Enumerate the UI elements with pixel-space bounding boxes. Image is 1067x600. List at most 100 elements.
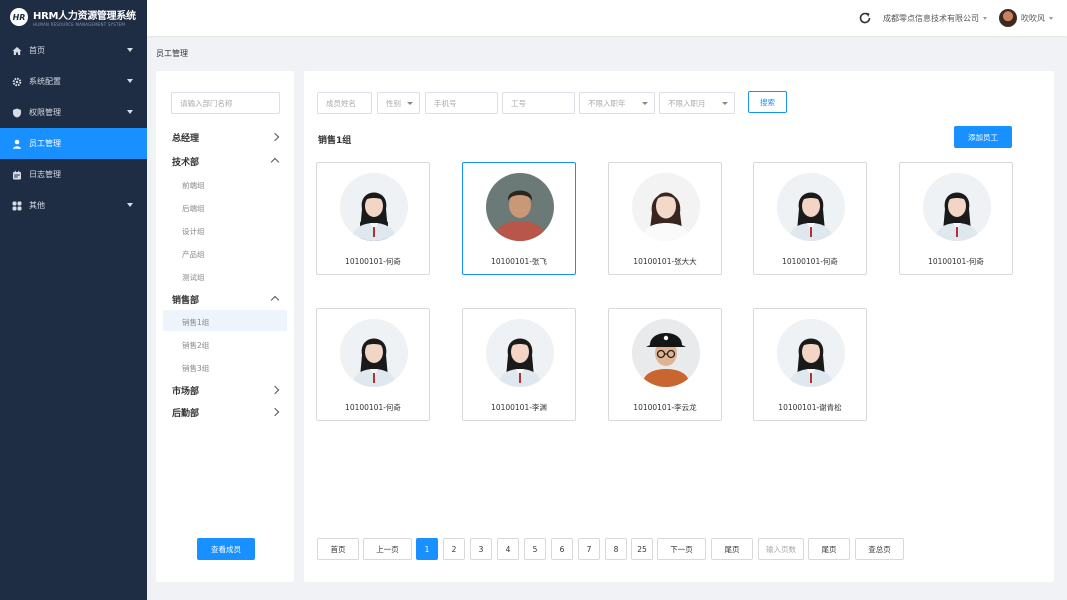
prev-page-button[interactable]: 上一页 [363, 538, 412, 560]
sidebar-item-other[interactable]: 其他 [0, 190, 147, 221]
next-page-button[interactable]: 下一页 [657, 538, 706, 560]
chevron-down-icon [127, 203, 133, 207]
woman-avatar [923, 173, 991, 241]
man-avatar [486, 173, 554, 241]
hire-month-placeholder: 不限入职月 [668, 98, 706, 108]
tree-sub-testing[interactable]: 测试组 [182, 272, 205, 283]
page-button[interactable]: 5 [524, 538, 546, 560]
employee-label: 10100101-何奇 [345, 257, 401, 266]
woman-avatar [340, 319, 408, 387]
woman-avatar-2 [632, 173, 700, 241]
add-employee-button[interactable]: 添加员工 [954, 126, 1012, 148]
employee-card[interactable]: 10100101-李渊 [462, 308, 576, 421]
employee-card[interactable]: 10100101-李云龙 [608, 308, 722, 421]
sidebar-item-label: 权限管理 [29, 108, 61, 117]
page-button[interactable]: 25 [631, 538, 653, 560]
woman-avatar [486, 319, 554, 387]
employee-card[interactable]: 10100101-何奇 [316, 162, 430, 275]
employee-label: 10100101-何奇 [928, 257, 984, 266]
sidebar-item-label: 其他 [29, 201, 45, 210]
jump-last-button[interactable]: 尾页 [808, 538, 850, 560]
chevron-down-icon [983, 17, 987, 20]
page-button[interactable]: 8 [605, 538, 627, 560]
phone-input[interactable]: 手机号 [425, 92, 498, 114]
top-header: 成都零点信息技术有限公司 吹吹风 [147, 0, 1067, 36]
first-page-button[interactable]: 首页 [317, 538, 359, 560]
chevron-down-icon [642, 102, 648, 105]
tree-sub-sales-3[interactable]: 销售3组 [182, 363, 209, 374]
brand[interactable]: HR HRM人力资源管理系统 HUMAN RESOURCE MANAGEMENT… [0, 0, 147, 34]
chevron-down-icon [127, 48, 133, 52]
view-members-button[interactable]: 查看成员 [197, 538, 255, 560]
user-menu[interactable]: 吹吹风 [1021, 13, 1053, 24]
chevron-right-icon[interactable] [270, 385, 280, 395]
tree-sub-backend[interactable]: 后端组 [182, 203, 205, 214]
employee-card[interactable]: 10100101-谢青松 [753, 308, 867, 421]
hire-month-select[interactable]: 不限入职月 [659, 92, 735, 114]
group-title: 销售1组 [318, 136, 352, 146]
page-button[interactable]: 1 [416, 538, 438, 560]
tree-item-tech[interactable]: 技术部 [172, 155, 199, 168]
breadcrumb: 员工管理 [156, 49, 188, 58]
sidebar-menu: 首页 系统配置 权限管理 员工管理 日志管理 其他 [0, 35, 147, 221]
tree-sub-sales-2[interactable]: 销售2组 [182, 340, 209, 351]
page-button[interactable]: 7 [578, 538, 600, 560]
tree-item-sales[interactable]: 销售部 [172, 293, 199, 306]
search-button[interactable]: 搜索 [748, 91, 787, 113]
chevron-up-icon[interactable] [270, 157, 280, 167]
employee-label: 10100101-李云龙 [633, 403, 697, 412]
gear-icon [12, 77, 22, 87]
company-selector[interactable]: 成都零点信息技术有限公司 [883, 13, 987, 24]
department-panel: 总经理 技术部 前端组 后端组 设计组 产品组 测试组 销售部 销售1组 销售2… [156, 71, 294, 582]
chevron-down-icon [127, 79, 133, 83]
member-name-placeholder: 成员姓名 [326, 98, 356, 108]
page-jump-input[interactable]: 输入页数 [758, 538, 804, 560]
tree-item-marketing[interactable]: 市场部 [172, 384, 199, 397]
gender-select[interactable]: 性别 [377, 92, 420, 114]
page-button[interactable]: 4 [497, 538, 519, 560]
gender-placeholder: 性别 [386, 98, 401, 108]
page-button[interactable]: 3 [470, 538, 492, 560]
chevron-right-icon[interactable] [270, 407, 280, 417]
employee-card[interactable]: 10100101-张大大 [608, 162, 722, 275]
tree-sub-frontend[interactable]: 前端组 [182, 180, 205, 191]
chevron-right-icon[interactable] [270, 132, 280, 142]
employee-card[interactable]: 10100101-张飞 [462, 162, 576, 275]
employee-id-input[interactable]: 工号 [502, 92, 575, 114]
chevron-down-icon [407, 102, 413, 105]
employee-label: 10100101-何奇 [345, 403, 401, 412]
employee-panel: 成员姓名 性别 手机号 工号 不限入职年 不限入职月 搜索 销售1组 添加员工 … [304, 71, 1054, 582]
tree-sub-product[interactable]: 产品组 [182, 249, 205, 260]
chevron-down-icon [722, 102, 728, 105]
page-button[interactable]: 2 [443, 538, 465, 560]
department-search-input[interactable] [171, 92, 280, 114]
employee-id-placeholder: 工号 [511, 98, 526, 108]
user-avatar[interactable] [999, 9, 1017, 27]
employee-label: 10100101-张大大 [633, 257, 697, 266]
chevron-down-icon [127, 110, 133, 114]
tree-sub-design[interactable]: 设计组 [182, 226, 205, 237]
tree-item-general-manager[interactable]: 总经理 [172, 131, 199, 144]
user-name: 吹吹风 [1021, 14, 1045, 23]
member-name-input[interactable]: 成员姓名 [317, 92, 372, 114]
employee-card[interactable]: 10100101-何奇 [753, 162, 867, 275]
sidebar: HR HRM人力资源管理系统 HUMAN RESOURCE MANAGEMENT… [0, 0, 147, 600]
refresh-icon[interactable] [858, 11, 872, 25]
sidebar-item-employees[interactable]: 员工管理 [0, 128, 147, 159]
employee-card[interactable]: 10100101-何奇 [899, 162, 1013, 275]
last-page-button[interactable]: 尾页 [711, 538, 753, 560]
brand-logo: HR [10, 8, 28, 26]
sidebar-item-home[interactable]: 首页 [0, 35, 147, 66]
woman-avatar [777, 319, 845, 387]
sidebar-item-system-config[interactable]: 系统配置 [0, 66, 147, 97]
page-button[interactable]: 6 [551, 538, 573, 560]
total-pages-button[interactable]: 查总页 [855, 538, 904, 560]
sidebar-item-permissions[interactable]: 权限管理 [0, 97, 147, 128]
chevron-up-icon[interactable] [270, 295, 280, 305]
tree-item-logistics[interactable]: 后勤部 [172, 406, 199, 419]
hire-year-select[interactable]: 不限入职年 [579, 92, 655, 114]
employee-card[interactable]: 10100101-何奇 [316, 308, 430, 421]
sidebar-item-label: 系统配置 [29, 77, 61, 86]
tree-sub-sales-1[interactable]: 销售1组 [182, 317, 209, 328]
sidebar-item-logs[interactable]: 日志管理 [0, 159, 147, 190]
